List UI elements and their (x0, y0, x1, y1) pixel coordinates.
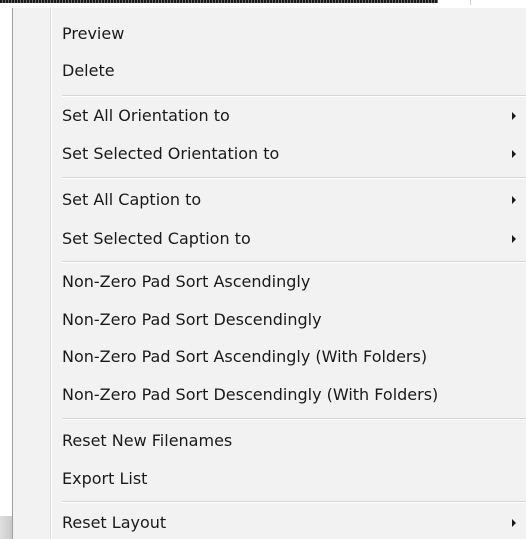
menu-item-label: Reset Layout (62, 513, 167, 532)
menu-item-set-all-caption[interactable]: Set All Caption to (62, 184, 526, 216)
menu-item-sort-descending[interactable]: Non-Zero Pad Sort Descendingly (62, 304, 526, 336)
menu-item-label: Preview (62, 24, 125, 43)
menu-item-set-selected-caption[interactable]: Set Selected Caption to (62, 223, 526, 255)
menu-item-sort-descending-with-folders[interactable]: Non-Zero Pad Sort Descendingly (With Fol… (62, 379, 526, 411)
menu-item-label: Reset New Filenames (62, 431, 233, 450)
menu-separator (62, 418, 526, 420)
window-edge-tick (470, 0, 471, 5)
chevron-right-icon (512, 196, 516, 204)
menu-item-reset-new-filenames[interactable]: Reset New Filenames (62, 425, 526, 457)
context-menu: Preview Delete Set All Orientation to Se… (12, 8, 526, 539)
menu-item-preview[interactable]: Preview (62, 18, 526, 50)
menu-separator (62, 501, 526, 503)
menu-item-label: Set All Caption to (62, 190, 202, 209)
icon-gutter-divider-highlight (51, 8, 52, 539)
chevron-right-icon (512, 112, 516, 120)
menu-item-set-selected-orientation[interactable]: Set Selected Orientation to (62, 138, 526, 170)
menu-separator (62, 261, 526, 263)
menu-item-label: Set All Orientation to (62, 106, 230, 125)
menu-item-label: Set Selected Orientation to (62, 144, 280, 163)
menu-item-export-list[interactable]: Export List (62, 463, 526, 495)
window-edge (0, 0, 438, 3)
menu-separator (62, 177, 526, 179)
menu-item-sort-ascending-with-folders[interactable]: Non-Zero Pad Sort Ascendingly (With Fold… (62, 341, 526, 373)
chevron-right-icon (512, 235, 516, 243)
menu-separator (62, 95, 526, 97)
window-shadow (0, 516, 12, 539)
menu-item-label: Non-Zero Pad Sort Ascendingly (With Fold… (62, 347, 428, 366)
menu-item-label: Non-Zero Pad Sort Descendingly (With Fol… (62, 385, 439, 404)
menu-item-label: Set Selected Caption to (62, 229, 251, 248)
menu-item-set-all-orientation[interactable]: Set All Orientation to (62, 100, 526, 132)
menu-item-label: Export List (62, 469, 148, 488)
menu-item-reset-layout[interactable]: Reset Layout (62, 507, 526, 539)
menu-item-sort-ascending[interactable]: Non-Zero Pad Sort Ascendingly (62, 266, 526, 298)
menu-item-label: Delete (62, 61, 115, 80)
menu-item-label: Non-Zero Pad Sort Descendingly (62, 310, 322, 329)
menu-item-label: Non-Zero Pad Sort Ascendingly (62, 272, 311, 291)
chevron-right-icon (512, 519, 516, 527)
menu-item-delete[interactable]: Delete (62, 55, 526, 87)
chevron-right-icon (512, 150, 516, 158)
